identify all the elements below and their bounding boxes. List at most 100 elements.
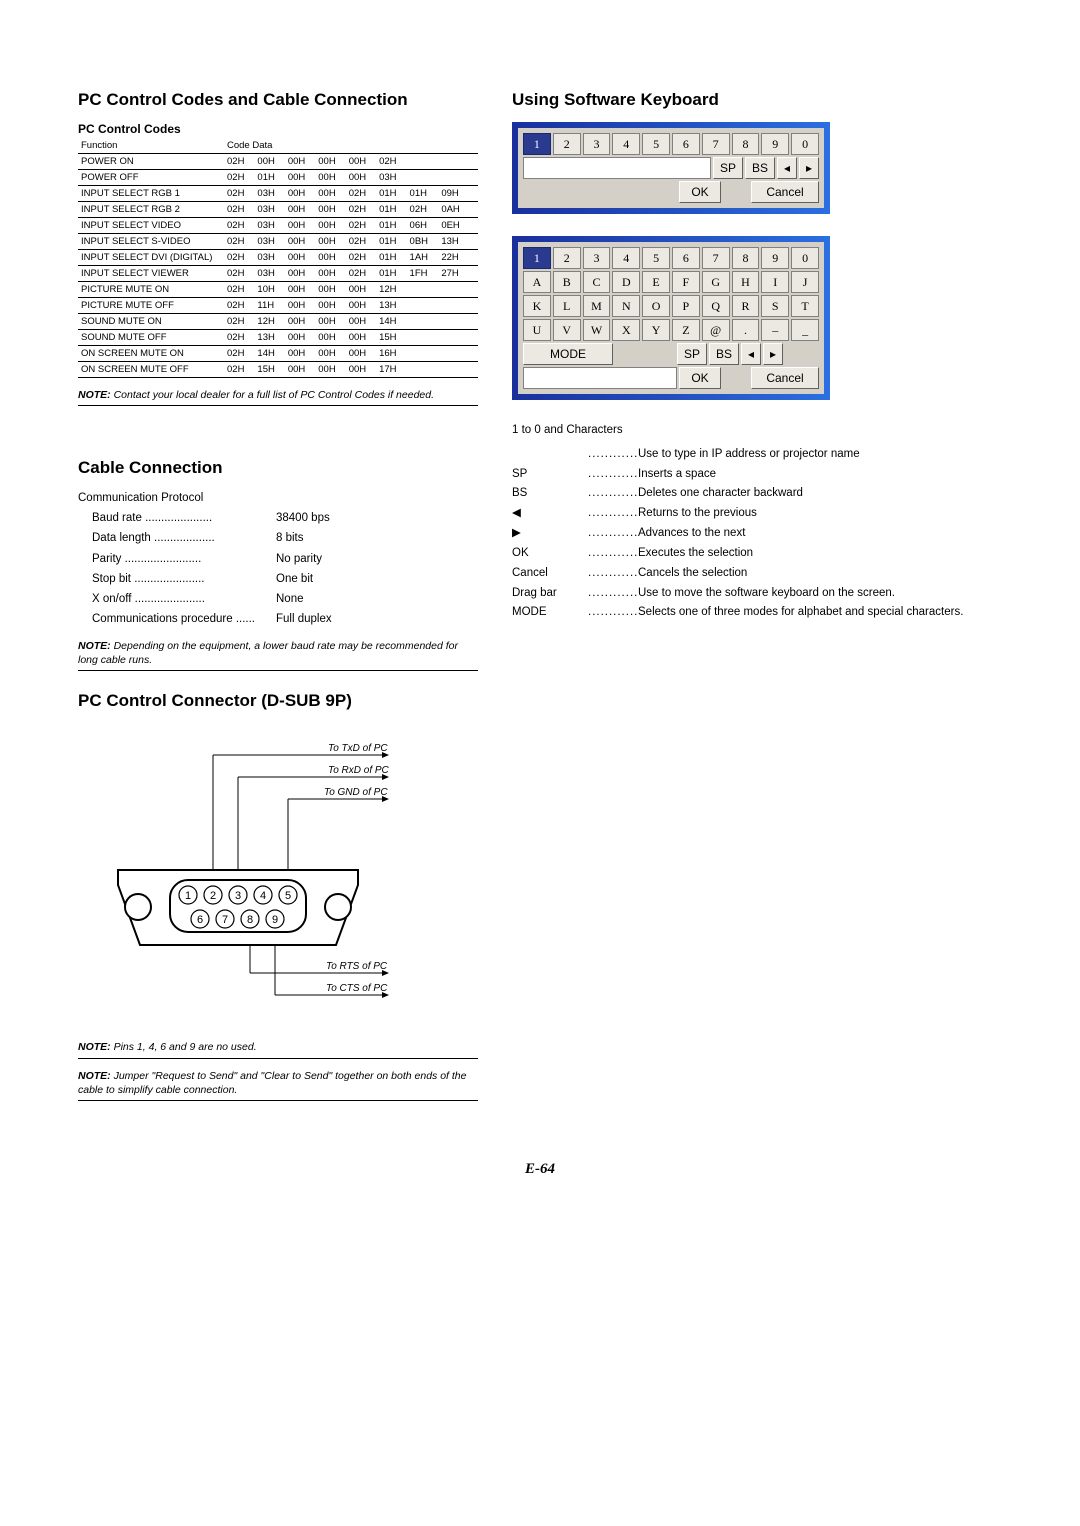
svg-text:5: 5 bbox=[285, 890, 291, 902]
bs-button[interactable]: BS bbox=[745, 157, 775, 179]
key-0[interactable]: 0 bbox=[791, 133, 819, 155]
key-9[interactable]: 9 bbox=[761, 133, 789, 155]
prev-button-2[interactable]: ◂ bbox=[741, 343, 761, 365]
key-6[interactable]: 6 bbox=[672, 247, 700, 269]
software-keyboard-numeric: 1234567890 SP BS ◂ ▸ OK Cancel bbox=[512, 122, 830, 214]
key-X[interactable]: X bbox=[612, 319, 640, 341]
key-3[interactable]: 3 bbox=[583, 247, 611, 269]
key-U[interactable]: U bbox=[523, 319, 551, 341]
svg-text:1: 1 bbox=[185, 890, 191, 902]
key-1[interactable]: 1 bbox=[523, 247, 551, 269]
key-S[interactable]: S bbox=[761, 295, 789, 317]
kbd1-textbox[interactable] bbox=[523, 157, 711, 179]
sp-button-2[interactable]: SP bbox=[677, 343, 707, 365]
svg-text:6: 6 bbox=[197, 914, 203, 926]
kbd2-textbox[interactable] bbox=[523, 367, 677, 389]
ok-button-2[interactable]: OK bbox=[679, 367, 721, 389]
key-@[interactable]: @ bbox=[702, 319, 730, 341]
key-Q[interactable]: Q bbox=[702, 295, 730, 317]
table-row: INPUT SELECT VIEWER02H03H00H00H02H01H1FH… bbox=[78, 266, 478, 282]
svg-text:9: 9 bbox=[272, 914, 278, 926]
sp-button[interactable]: SP bbox=[713, 157, 743, 179]
key-H[interactable]: H bbox=[732, 271, 760, 293]
th-codedata: Code Data bbox=[224, 138, 470, 154]
prev-button[interactable]: ◂ bbox=[777, 157, 797, 179]
table-row: ON SCREEN MUTE OFF02H15H00H00H00H17H bbox=[78, 362, 478, 378]
key-P[interactable]: P bbox=[672, 295, 700, 317]
key-–[interactable]: – bbox=[761, 319, 789, 341]
note-baud: NOTE: Depending on the equipment, a lowe… bbox=[78, 635, 478, 671]
next-button-2[interactable]: ▸ bbox=[763, 343, 783, 365]
key-.[interactable]: . bbox=[732, 319, 760, 341]
key-B[interactable]: B bbox=[553, 271, 581, 293]
cable-connection-heading: Cable Connection bbox=[78, 458, 478, 478]
ok-button[interactable]: OK bbox=[679, 181, 721, 203]
key-7[interactable]: 7 bbox=[702, 247, 730, 269]
table-row: POWER ON02H00H00H00H00H02H bbox=[78, 154, 478, 170]
key-J[interactable]: J bbox=[791, 271, 819, 293]
pc-control-codes-heading: PC Control Codes bbox=[78, 122, 478, 136]
key-T[interactable]: T bbox=[791, 295, 819, 317]
key-N[interactable]: N bbox=[612, 295, 640, 317]
label-rts: To RTS of PC bbox=[326, 961, 388, 972]
table-row: SOUND MUTE ON02H12H00H00H00H14H bbox=[78, 314, 478, 330]
table-row: INPUT SELECT RGB 202H03H00H00H02H01H02H0… bbox=[78, 202, 478, 218]
table-row: INPUT SELECT VIDEO02H03H00H00H02H01H06H0… bbox=[78, 218, 478, 234]
key-Y[interactable]: Y bbox=[642, 319, 670, 341]
note-pins: NOTE: Pins 1, 4, 6 and 9 are no used. bbox=[78, 1036, 478, 1058]
svg-text:4: 4 bbox=[260, 890, 266, 902]
key-Z[interactable]: Z bbox=[672, 319, 700, 341]
key-8[interactable]: 8 bbox=[732, 133, 760, 155]
key-R[interactable]: R bbox=[732, 295, 760, 317]
software-keyboard-alpha: 1234567890 ABCDEFGHIJ KLMNOPQRST UVWXYZ@… bbox=[512, 236, 830, 400]
key-D[interactable]: D bbox=[612, 271, 640, 293]
label-rxd: To RxD of PC bbox=[328, 765, 390, 776]
table-row: ON SCREEN MUTE ON02H14H00H00H00H16H bbox=[78, 346, 478, 362]
key-V[interactable]: V bbox=[553, 319, 581, 341]
key-1[interactable]: 1 bbox=[523, 133, 551, 155]
mode-button[interactable]: MODE bbox=[523, 343, 613, 365]
key-_[interactable]: _ bbox=[791, 319, 819, 341]
key-7[interactable]: 7 bbox=[702, 133, 730, 155]
table-row: INPUT SELECT DVI (DIGITAL)02H03H00H00H02… bbox=[78, 250, 478, 266]
key-A[interactable]: A bbox=[523, 271, 551, 293]
key-M[interactable]: M bbox=[583, 295, 611, 317]
key-C[interactable]: C bbox=[583, 271, 611, 293]
note-codes: NOTE: Contact your local dealer for a fu… bbox=[78, 384, 478, 406]
next-button[interactable]: ▸ bbox=[799, 157, 819, 179]
key-2[interactable]: 2 bbox=[553, 133, 581, 155]
key-9[interactable]: 9 bbox=[761, 247, 789, 269]
key-2[interactable]: 2 bbox=[553, 247, 581, 269]
key-G[interactable]: G bbox=[702, 271, 730, 293]
key-W[interactable]: W bbox=[583, 319, 611, 341]
key-6[interactable]: 6 bbox=[672, 133, 700, 155]
defs-heading: 1 to 0 and Characters bbox=[512, 422, 1002, 440]
cancel-button[interactable]: Cancel bbox=[751, 181, 819, 203]
key-8[interactable]: 8 bbox=[732, 247, 760, 269]
table-row: SOUND MUTE OFF02H13H00H00H00H15H bbox=[78, 330, 478, 346]
connector-figure: 12345 6789 To TxD of PC To RxD of PC To … bbox=[98, 725, 478, 1030]
svg-text:2: 2 bbox=[210, 890, 216, 902]
cancel-button-2[interactable]: Cancel bbox=[751, 367, 819, 389]
comm-proto-label: Communication Protocol bbox=[78, 488, 478, 508]
svg-text:8: 8 bbox=[247, 914, 253, 926]
note-jumper: NOTE: Jumper "Request to Send" and "Clea… bbox=[78, 1065, 478, 1101]
key-K[interactable]: K bbox=[523, 295, 551, 317]
main-heading-right: Using Software Keyboard bbox=[512, 90, 1002, 110]
key-E[interactable]: E bbox=[642, 271, 670, 293]
table-row: PICTURE MUTE OFF02H11H00H00H00H13H bbox=[78, 298, 478, 314]
key-5[interactable]: 5 bbox=[642, 133, 670, 155]
key-F[interactable]: F bbox=[672, 271, 700, 293]
table-row: POWER OFF02H01H00H00H00H03H bbox=[78, 170, 478, 186]
key-4[interactable]: 4 bbox=[612, 247, 640, 269]
label-gnd: To GND of PC bbox=[324, 787, 388, 798]
th-function: Function bbox=[78, 138, 224, 154]
key-5[interactable]: 5 bbox=[642, 247, 670, 269]
bs-button-2[interactable]: BS bbox=[709, 343, 739, 365]
key-3[interactable]: 3 bbox=[583, 133, 611, 155]
key-0[interactable]: 0 bbox=[791, 247, 819, 269]
key-L[interactable]: L bbox=[553, 295, 581, 317]
key-O[interactable]: O bbox=[642, 295, 670, 317]
key-4[interactable]: 4 bbox=[612, 133, 640, 155]
key-I[interactable]: I bbox=[761, 271, 789, 293]
